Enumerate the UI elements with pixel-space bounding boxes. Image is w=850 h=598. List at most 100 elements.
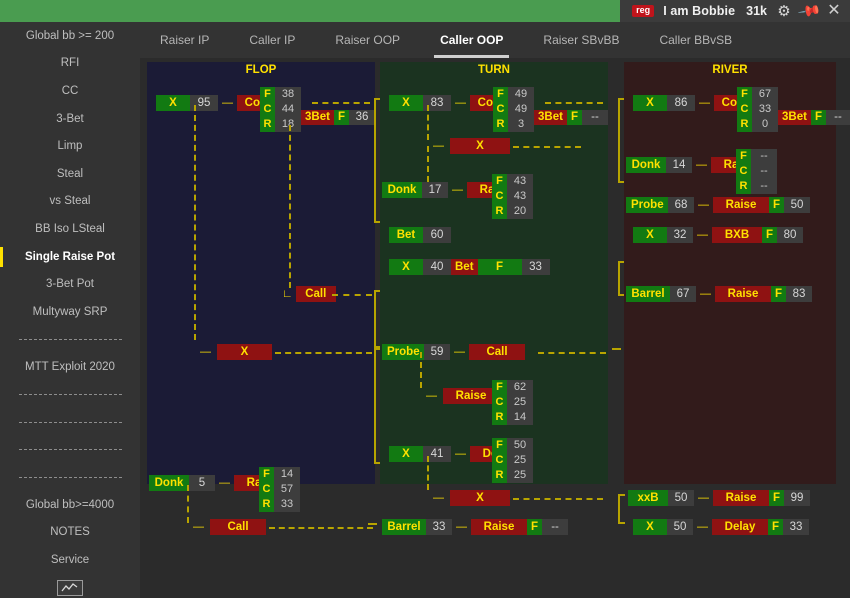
fcr-key-c: C [260,102,275,117]
inline-f-key: F [477,259,522,275]
fcr-stack-flop-3[interactable]: F 14 C 57 R 33 [259,467,300,512]
sidebar-item-vs-steal[interactable]: vs Steal [0,188,140,216]
sidebar-divider [0,436,140,464]
node-river-x32[interactable]: X 32 — BXB F 80 [633,227,804,243]
node-turn-x-8[interactable]: — X [427,490,510,506]
elbow-connector: — [426,390,437,402]
node-flop-call-1[interactable]: ∟ Call [279,286,336,302]
sidebar-divider [0,381,140,409]
fcr-stack-turn-7[interactable]: F 50 C 25 R 25 [492,438,533,483]
gear-icon[interactable]: ⚙ [776,3,792,19]
node-river-probe68[interactable]: Probe 68 — Raise F 50 [626,197,811,213]
fcr-row-raise: R3 [493,117,534,132]
sidebar-item-bb-iso-lsteal[interactable]: BB Iso LSteal [0,215,140,243]
action-label: X [389,259,423,275]
fcr-key-r: R [259,497,274,512]
extra-label: 3Bet [301,110,334,125]
fcr-stack-turn-0[interactable]: F 49 C 49 R3 [493,87,534,132]
tab-caller-oop[interactable]: Caller OOP [420,22,523,58]
vline-flop-donk [187,485,189,523]
tab-row: Raiser IP Caller IP Raiser OOP Caller OOP Ra… [140,22,752,58]
fcr-key-r: R [737,117,752,132]
sidebar-item-limp[interactable]: Limp [0,132,140,160]
node-turn-barrel33[interactable]: Barrel 33 — Raise F -- [382,519,569,535]
tab-caller-bbvsb[interactable]: Caller BBvSB [639,22,752,58]
sidebar-item-notes[interactable]: NOTES [0,519,140,547]
fcr-row-call: C 57 [259,482,300,497]
node-river-xxb50[interactable]: xxB 50 — Raise F 99 [628,490,811,506]
action-freq: 86 [667,95,695,111]
column-title-flop: FLOP [245,64,277,76]
sidebar-item-global-bb-200[interactable]: Global bb >= 200 [0,22,140,50]
elbow-connector: — [433,140,444,152]
response-label: Delay [712,519,768,535]
fcr-key-r: R [736,179,751,194]
node-river-barrel67[interactable]: Barrel 67 — Raise F 83 [626,286,813,302]
tab-raiser-ip[interactable]: Raiser IP [140,22,229,58]
node-turn-bet60[interactable]: Bet 60 [389,227,451,243]
close-icon[interactable]: ✕ [826,3,842,19]
sidebar-item-3-bet-pot[interactable]: 3-Bet Pot [0,270,140,298]
fcr-row-raise: R 18 [260,117,301,132]
dash-separator: — [697,521,708,533]
fcr-key-c: C [492,453,507,468]
dash-separator: — [698,199,709,211]
sidebar-item-multyway-srp[interactable]: Multyway SRP [0,298,140,326]
response-label: Raise [713,490,769,506]
fcr-key-r: R [260,117,275,132]
inline-f-key: F [769,490,785,506]
vline-turn-1 [427,146,429,182]
dash-separator: — [698,492,709,504]
connector-turn-river-1 [618,98,625,183]
sidebar-item-service[interactable]: Service [0,546,140,574]
node-flop-call-4[interactable]: — Call [187,519,266,535]
fcr-val-r: -- [751,179,777,194]
trail-flop-4 [269,527,373,529]
fcr-key-f: F [736,149,751,164]
tab-caller-ip[interactable]: Caller IP [229,22,315,58]
sidebar-item-3-bet[interactable]: 3-Bet [0,105,140,133]
tab-raiser-oop[interactable]: Raiser OOP [315,22,420,58]
action-freq: 68 [668,197,694,213]
node-turn-raise-6[interactable]: — Raise [420,388,499,404]
fcr-stack-river-1[interactable]: F -- C -- R -- [736,149,777,194]
sidebar-item-single-raise-pot[interactable]: Single Raise Pot [0,243,140,271]
dash-separator: — [696,159,707,171]
sidebar-item-rfi[interactable]: RFI [0,50,140,78]
fcr-key-f: F [492,380,507,395]
extra-label: 3Bet [534,110,567,125]
sidebar-divider [0,326,140,354]
fcr-stack-turn-2[interactable]: F 43 C 43 R 20 [492,174,533,219]
dash-separator: — [456,521,467,533]
response-label: X [450,138,510,154]
fcr-stack-flop-0[interactable]: F 38 C 44 R 18 [260,87,301,132]
node-river-x50[interactable]: X 50 — Delay F 33 [633,519,810,535]
action-label: Bet [389,227,423,243]
fcr-stack-river-0[interactable]: F 67 C 33 R0 [737,87,778,132]
node-turn-x40[interactable]: X 40 Bet F 33 [389,259,550,275]
tab-raiser-sbvbb[interactable]: Raiser SBvBB [523,22,639,58]
fcr-row-call: C 49 [493,102,534,117]
sidebar-item-steal[interactable]: Steal [0,160,140,188]
fcr-stack-turn-6[interactable]: F 62 C 25 R 14 [492,380,533,425]
action-freq: 33 [426,519,452,535]
sidebar-item-global-bb-4000[interactable]: Global bb>=4000 [0,491,140,519]
fcr-row-raise: R 33 [259,497,300,512]
node-flop-x-2[interactable]: — X [194,344,272,360]
response-label: Raise [713,197,769,213]
poker-strategy-app: reg I am Bobbie 31k ⚙ 📌 ✕ Global bb >= 2… [0,0,850,598]
node-turn-3bet[interactable]: 3Bet F -- [534,110,608,125]
fcr-row-fold: F 50 [492,438,533,453]
node-river-3bet[interactable]: 3Bet F -- [778,110,850,125]
sidebar-chart-button[interactable] [0,574,140,598]
node-flop-3bet[interactable]: 3Bet F 36 [301,110,375,125]
fcr-row-fold: F -- [736,149,777,164]
sidebar-item-mtt-exploit-2020[interactable]: MTT Exploit 2020 [0,353,140,381]
sidebar-item-cc[interactable]: CC [0,77,140,105]
node-turn-probe59[interactable]: Probe 59 — Call [382,344,525,360]
response-label: Raise [471,519,527,535]
fcr-row-raise: R 20 [492,204,533,219]
node-turn-x-1[interactable]: — X [427,138,510,154]
sidebar-divider [0,408,140,436]
pin-icon[interactable]: 📌 [796,0,821,23]
